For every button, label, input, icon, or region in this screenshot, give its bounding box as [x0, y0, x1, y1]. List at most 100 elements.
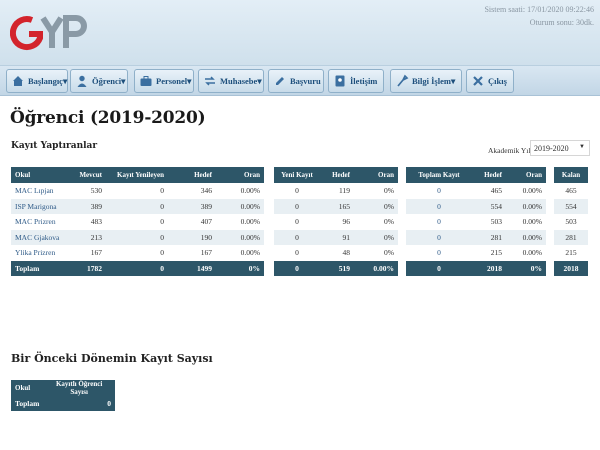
table-row: 0 119 0%: [274, 183, 398, 199]
table-cell: 503: [490, 217, 502, 227]
table-cell: 167: [90, 248, 102, 258]
table-cell: 0: [160, 248, 164, 258]
table-row: 465: [554, 183, 588, 199]
nav-label: Muhasebe: [220, 76, 258, 86]
table-cell: 96: [342, 217, 351, 227]
nav-basvuru[interactable]: Başvuru: [268, 69, 324, 93]
table-row: 0 503 0.00%: [406, 214, 546, 230]
table-cell: 0: [274, 198, 320, 214]
table-cell: 465: [565, 186, 577, 196]
column-header: Oran: [506, 167, 546, 183]
nav-label: Bilgi İşlem: [412, 76, 451, 86]
nav-label: Başlangıç: [28, 76, 63, 86]
table-cell: 0: [160, 217, 164, 227]
briefcase-icon: [140, 76, 152, 86]
table-cell[interactable]: 0: [406, 245, 472, 261]
chevron-down-icon: ▼: [579, 144, 585, 150]
system-info: Sistem saati: 17/01/2020 09:22:46 Oturum…: [484, 3, 594, 29]
nav-muhasebe[interactable]: Muhasebe ▾: [198, 69, 264, 93]
table-cell: 0.00%: [216, 229, 264, 245]
school-link[interactable]: MAC Prizren: [11, 214, 68, 230]
table-header-row: Yeni Kayıt Hedef Oran: [274, 167, 398, 183]
nav-label: Öğrenci: [92, 76, 122, 86]
table-cell: 0%: [354, 229, 398, 245]
chevron-down-icon: ▾: [257, 75, 262, 86]
table-total-row: 2018: [554, 260, 588, 276]
nav-label: Çıkış: [488, 76, 507, 86]
table-cell: 0.00%: [522, 248, 542, 258]
table-cell: 0%: [384, 248, 394, 258]
table-cell: 519: [320, 260, 354, 276]
table-cell: 554: [472, 198, 506, 214]
section-title-kayit: Kayıt Yaptıranlar: [11, 141, 98, 151]
nav-cikis[interactable]: Çıkış: [466, 69, 514, 93]
column-header: Kayıt Yenileyen: [106, 167, 168, 183]
table-cell: 0: [406, 260, 472, 276]
contact-icon: [335, 75, 345, 87]
column-header: Toplam Kayıt: [406, 167, 472, 183]
table-cell: 465: [490, 186, 502, 196]
table-cell: 2018: [472, 260, 506, 276]
total-enrollment-table: Toplam Kayıt Hedef Oran 0 465 0.00% 0 55…: [406, 167, 546, 276]
table-cell: 0: [295, 248, 299, 258]
table-cell: 165: [320, 198, 354, 214]
table-cell: 0.00%: [216, 198, 264, 214]
table-cell: 0.00%: [240, 186, 260, 196]
column-header: Hedef: [320, 167, 354, 183]
table-row: 0 165 0%: [274, 198, 398, 214]
table-total-row: Toplam 0: [11, 396, 115, 411]
year-select[interactable]: 2019-2020 ▼: [530, 140, 590, 156]
table-cell: 281: [472, 229, 506, 245]
nav-personel[interactable]: Personel ▾: [134, 69, 194, 93]
table-header-row: Okul Kayıtlı Öğrenci Sayısı: [11, 380, 115, 396]
table-header-row: Toplam Kayıt Hedef Oran: [406, 167, 546, 183]
table-cell: 1782: [68, 260, 106, 276]
page-header: Sistem saati: 17/01/2020 09:22:46 Oturum…: [0, 0, 600, 66]
school-link[interactable]: MAC Lıpjan: [11, 183, 68, 199]
table-cell[interactable]: 0: [406, 214, 472, 230]
school-link[interactable]: Ylika Prizren: [11, 245, 68, 261]
table-cell: 0: [295, 186, 299, 196]
table-cell: 0%: [384, 217, 394, 227]
table-cell: 389: [168, 198, 216, 214]
exit-icon: [473, 76, 483, 86]
table-cell: 346: [200, 186, 212, 196]
table-cell: 0: [106, 260, 168, 276]
chevron-down-icon: ▾: [62, 75, 68, 86]
table-cell: 0: [106, 229, 168, 245]
table-row: 554: [554, 198, 588, 214]
table-cell: 483: [90, 217, 102, 227]
column-header: Yeni Kayıt: [274, 167, 320, 183]
column-header: Hedef: [168, 167, 216, 183]
table-cell: 119: [339, 186, 350, 196]
table-row: 0 48 0%: [274, 245, 398, 261]
table-row: 503: [554, 214, 588, 230]
chevron-down-icon: ▾: [187, 75, 192, 86]
nav-ogrenci[interactable]: Öğrenci ▾: [70, 69, 128, 93]
nav-baslangic[interactable]: Başlangıç ▾: [6, 69, 68, 93]
total-label: Toplam: [11, 396, 44, 411]
column-header: Okul: [11, 167, 68, 183]
table-row: 0 96 0%: [274, 214, 398, 230]
table-cell: 0.00%: [240, 248, 260, 258]
table-cell[interactable]: 0: [406, 198, 472, 214]
table-cell: 0: [160, 186, 164, 196]
table-row: 215: [554, 245, 588, 261]
chevron-down-icon: ▾: [121, 75, 126, 86]
nav-label: Başvuru: [290, 76, 321, 86]
nav-iletisim[interactable]: İletişim: [328, 69, 384, 93]
table-cell[interactable]: 0: [406, 229, 472, 245]
table-cell: 0: [43, 396, 115, 411]
table-cell[interactable]: 0: [406, 183, 472, 199]
school-link[interactable]: MAC Gjakova: [11, 229, 68, 245]
tools-icon: [397, 74, 409, 87]
table-cell: 0: [295, 217, 299, 227]
nav-bilgi-islem[interactable]: Bilgi İşlem ▾: [390, 69, 462, 93]
table-cell: 167: [200, 248, 212, 258]
school-link[interactable]: ISP Marigona: [11, 198, 68, 214]
remaining-table: Kalan 465 554 503 281 215 2018: [554, 167, 588, 276]
enrollment-table: Okul Mevcut Kayıt Yenileyen Hedef Oran M…: [11, 167, 264, 276]
nav-label: İletişim: [350, 76, 378, 86]
table-cell: 389: [68, 198, 106, 214]
table-row: 0 465 0.00%: [406, 183, 546, 199]
